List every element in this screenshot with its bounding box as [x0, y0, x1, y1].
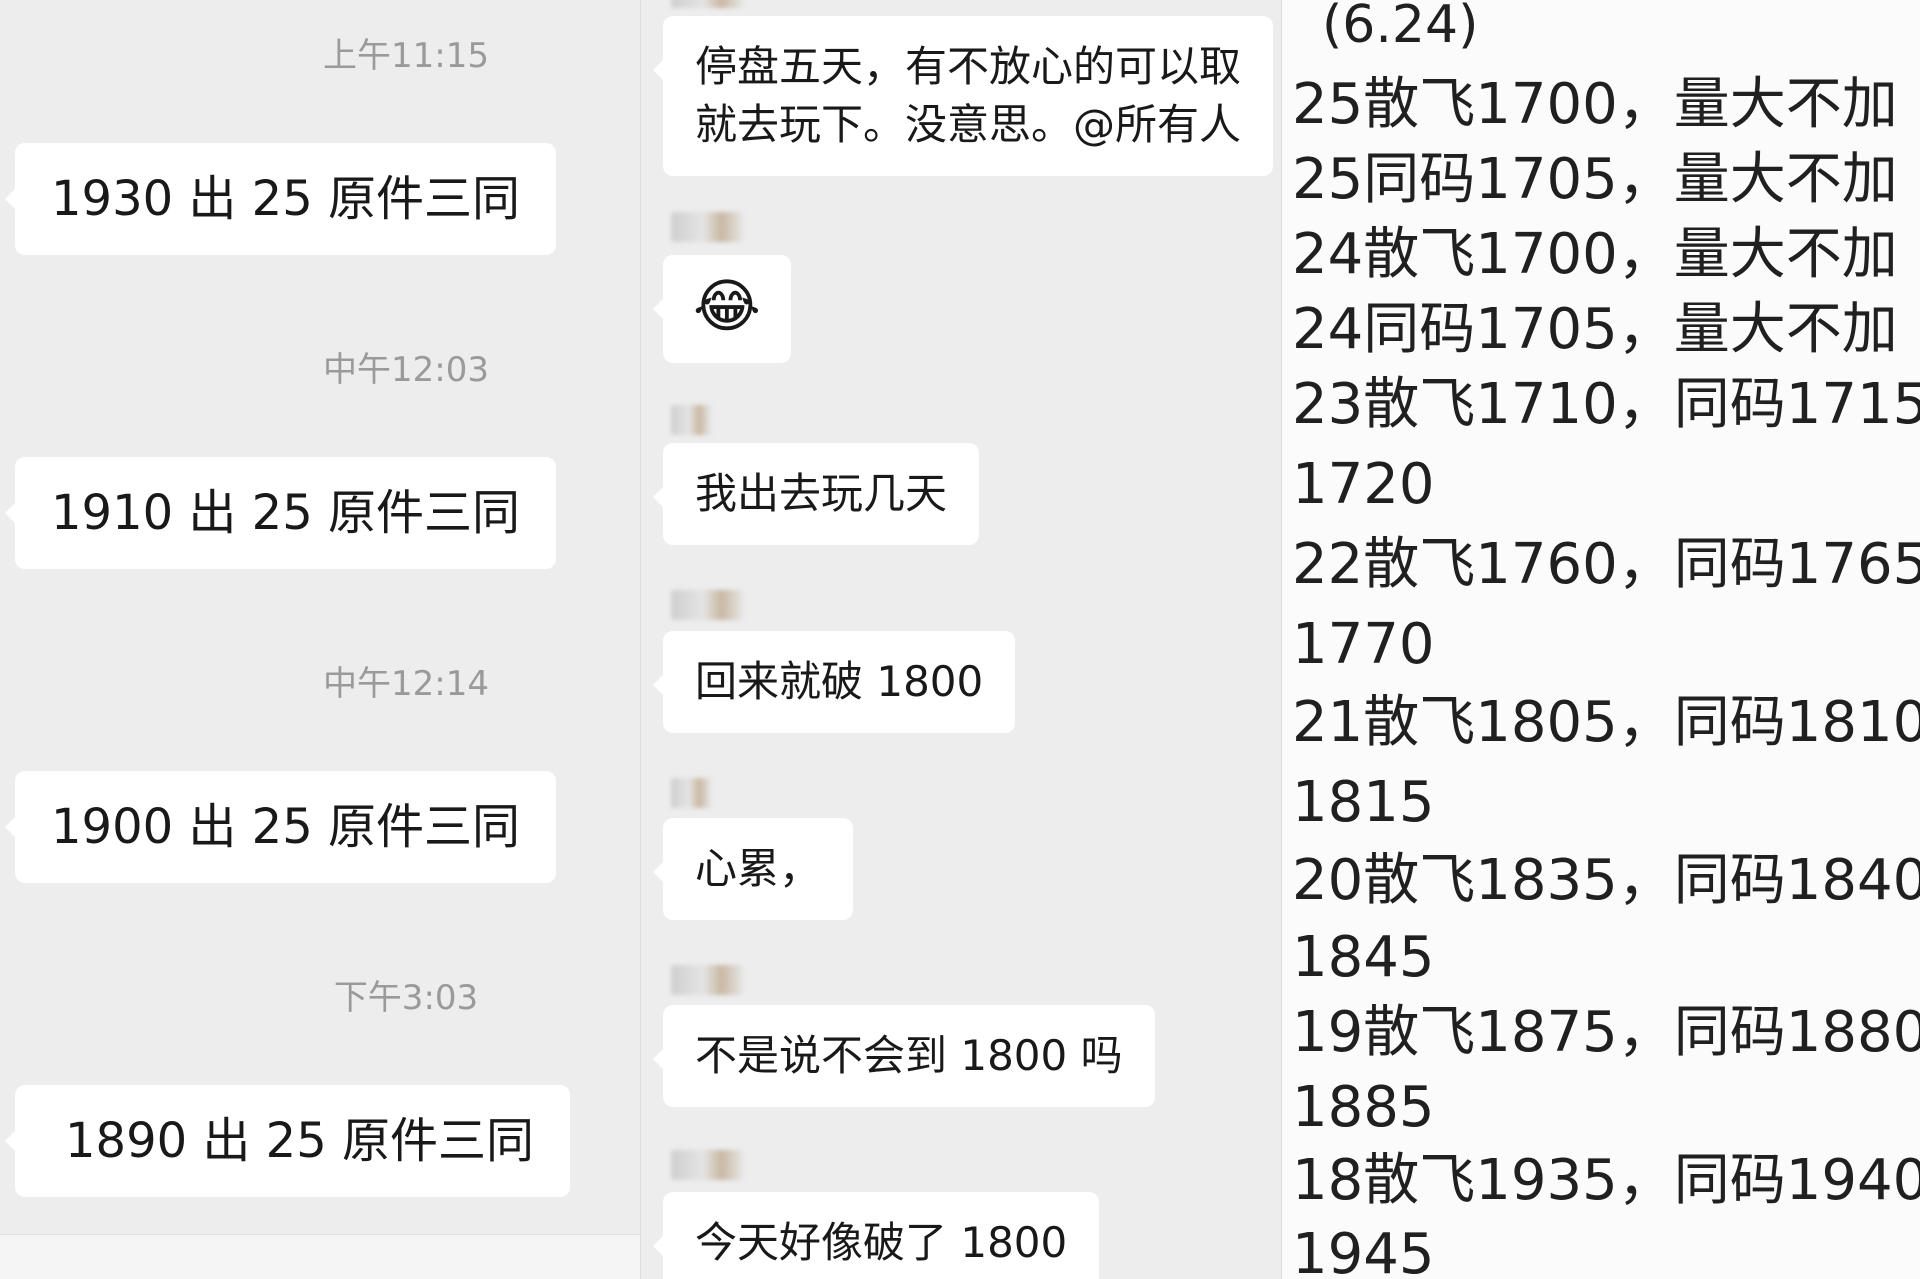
price-line: 25散飞1700，量大不加 [1292, 72, 1898, 137]
message-bubble[interactable]: 不是说不会到 1800 吗 [653, 1005, 1155, 1107]
sender-avatar-blurred [671, 1150, 743, 1180]
price-line: 20散飞1835，同码1840， [1292, 848, 1920, 913]
sender-avatar-blurred [671, 0, 743, 8]
left-chat-panel: 上午11:15 1930 出 25 原件三同 中午12:03 1910 出 25… [0, 0, 640, 1279]
sender-avatar-blurred [671, 778, 711, 808]
price-list-date: (6.24) [1322, 0, 1479, 55]
message-bubble[interactable]: 1910 出 25 原件三同 [4, 457, 557, 569]
message-bubble[interactable]: 😂 [653, 255, 791, 363]
price-line: 23散飞1710，同码1715， [1292, 372, 1920, 437]
price-line: 19散飞1875，同码1880， [1292, 1000, 1920, 1065]
message-bubble[interactable]: 心累， [652, 818, 854, 920]
price-line: 1815 [1292, 770, 1435, 835]
price-line: 1945 [1292, 1222, 1435, 1279]
price-line: 1885 [1292, 1075, 1435, 1140]
sender-avatar-blurred [671, 212, 743, 242]
price-line: 24散飞1700，量大不加 [1292, 222, 1898, 287]
message-bubble[interactable]: 我出去玩几天 [652, 443, 980, 545]
price-line: 22散飞1760，同码1765， [1292, 532, 1920, 597]
timestamp: 上午11:15 [323, 36, 489, 76]
timestamp: 中午12:14 [323, 664, 489, 704]
price-line: 1720 [1292, 452, 1435, 517]
price-line: 21散飞1805，同码1810， [1292, 690, 1920, 755]
message-bubble[interactable]: 停盘五天，有不放心的可以取 就去玩下。没意思。@所有人 [652, 16, 1274, 176]
message-bubble[interactable]: 1930 出 25 原件三同 [4, 143, 557, 255]
message-bubble[interactable]: 今天好像破了 1800 [652, 1192, 1100, 1279]
timestamp: 中午12:03 [323, 350, 489, 390]
message-bubble[interactable]: 1900 出 25 原件三同 [4, 771, 557, 883]
middle-chat-panel: 停盘五天，有不放心的可以取 就去玩下。没意思。@所有人 😂 我出去玩几天 回来就… [641, 0, 1281, 1279]
sender-avatar-blurred [671, 405, 711, 435]
message-bubble[interactable]: 1890 出 25 原件三同 [4, 1085, 571, 1197]
message-line: 就去玩下。没意思。@所有人 [695, 100, 1242, 149]
price-line: 25同码1705，量大不加 [1292, 147, 1898, 212]
price-list-panel: (6.24) 25散飞1700，量大不加 25同码1705，量大不加 24散飞1… [1282, 0, 1920, 1279]
timestamp: 下午3:03 [333, 978, 479, 1018]
price-line: 1845 [1292, 925, 1435, 990]
price-line: 1770 [1292, 612, 1435, 677]
message-bubble[interactable]: 回来就破 1800 [652, 631, 1016, 733]
price-line: 18散飞1935，同码1940， [1292, 1148, 1920, 1213]
laughing-emoji-icon: 😂 [693, 272, 761, 340]
message-line: 停盘五天，有不放心的可以取 [695, 42, 1242, 91]
price-line: 24同码1705，量大不加 [1292, 297, 1898, 362]
sender-avatar-blurred [671, 965, 743, 995]
input-bar-strip [0, 1234, 640, 1279]
sender-avatar-blurred [671, 590, 743, 620]
